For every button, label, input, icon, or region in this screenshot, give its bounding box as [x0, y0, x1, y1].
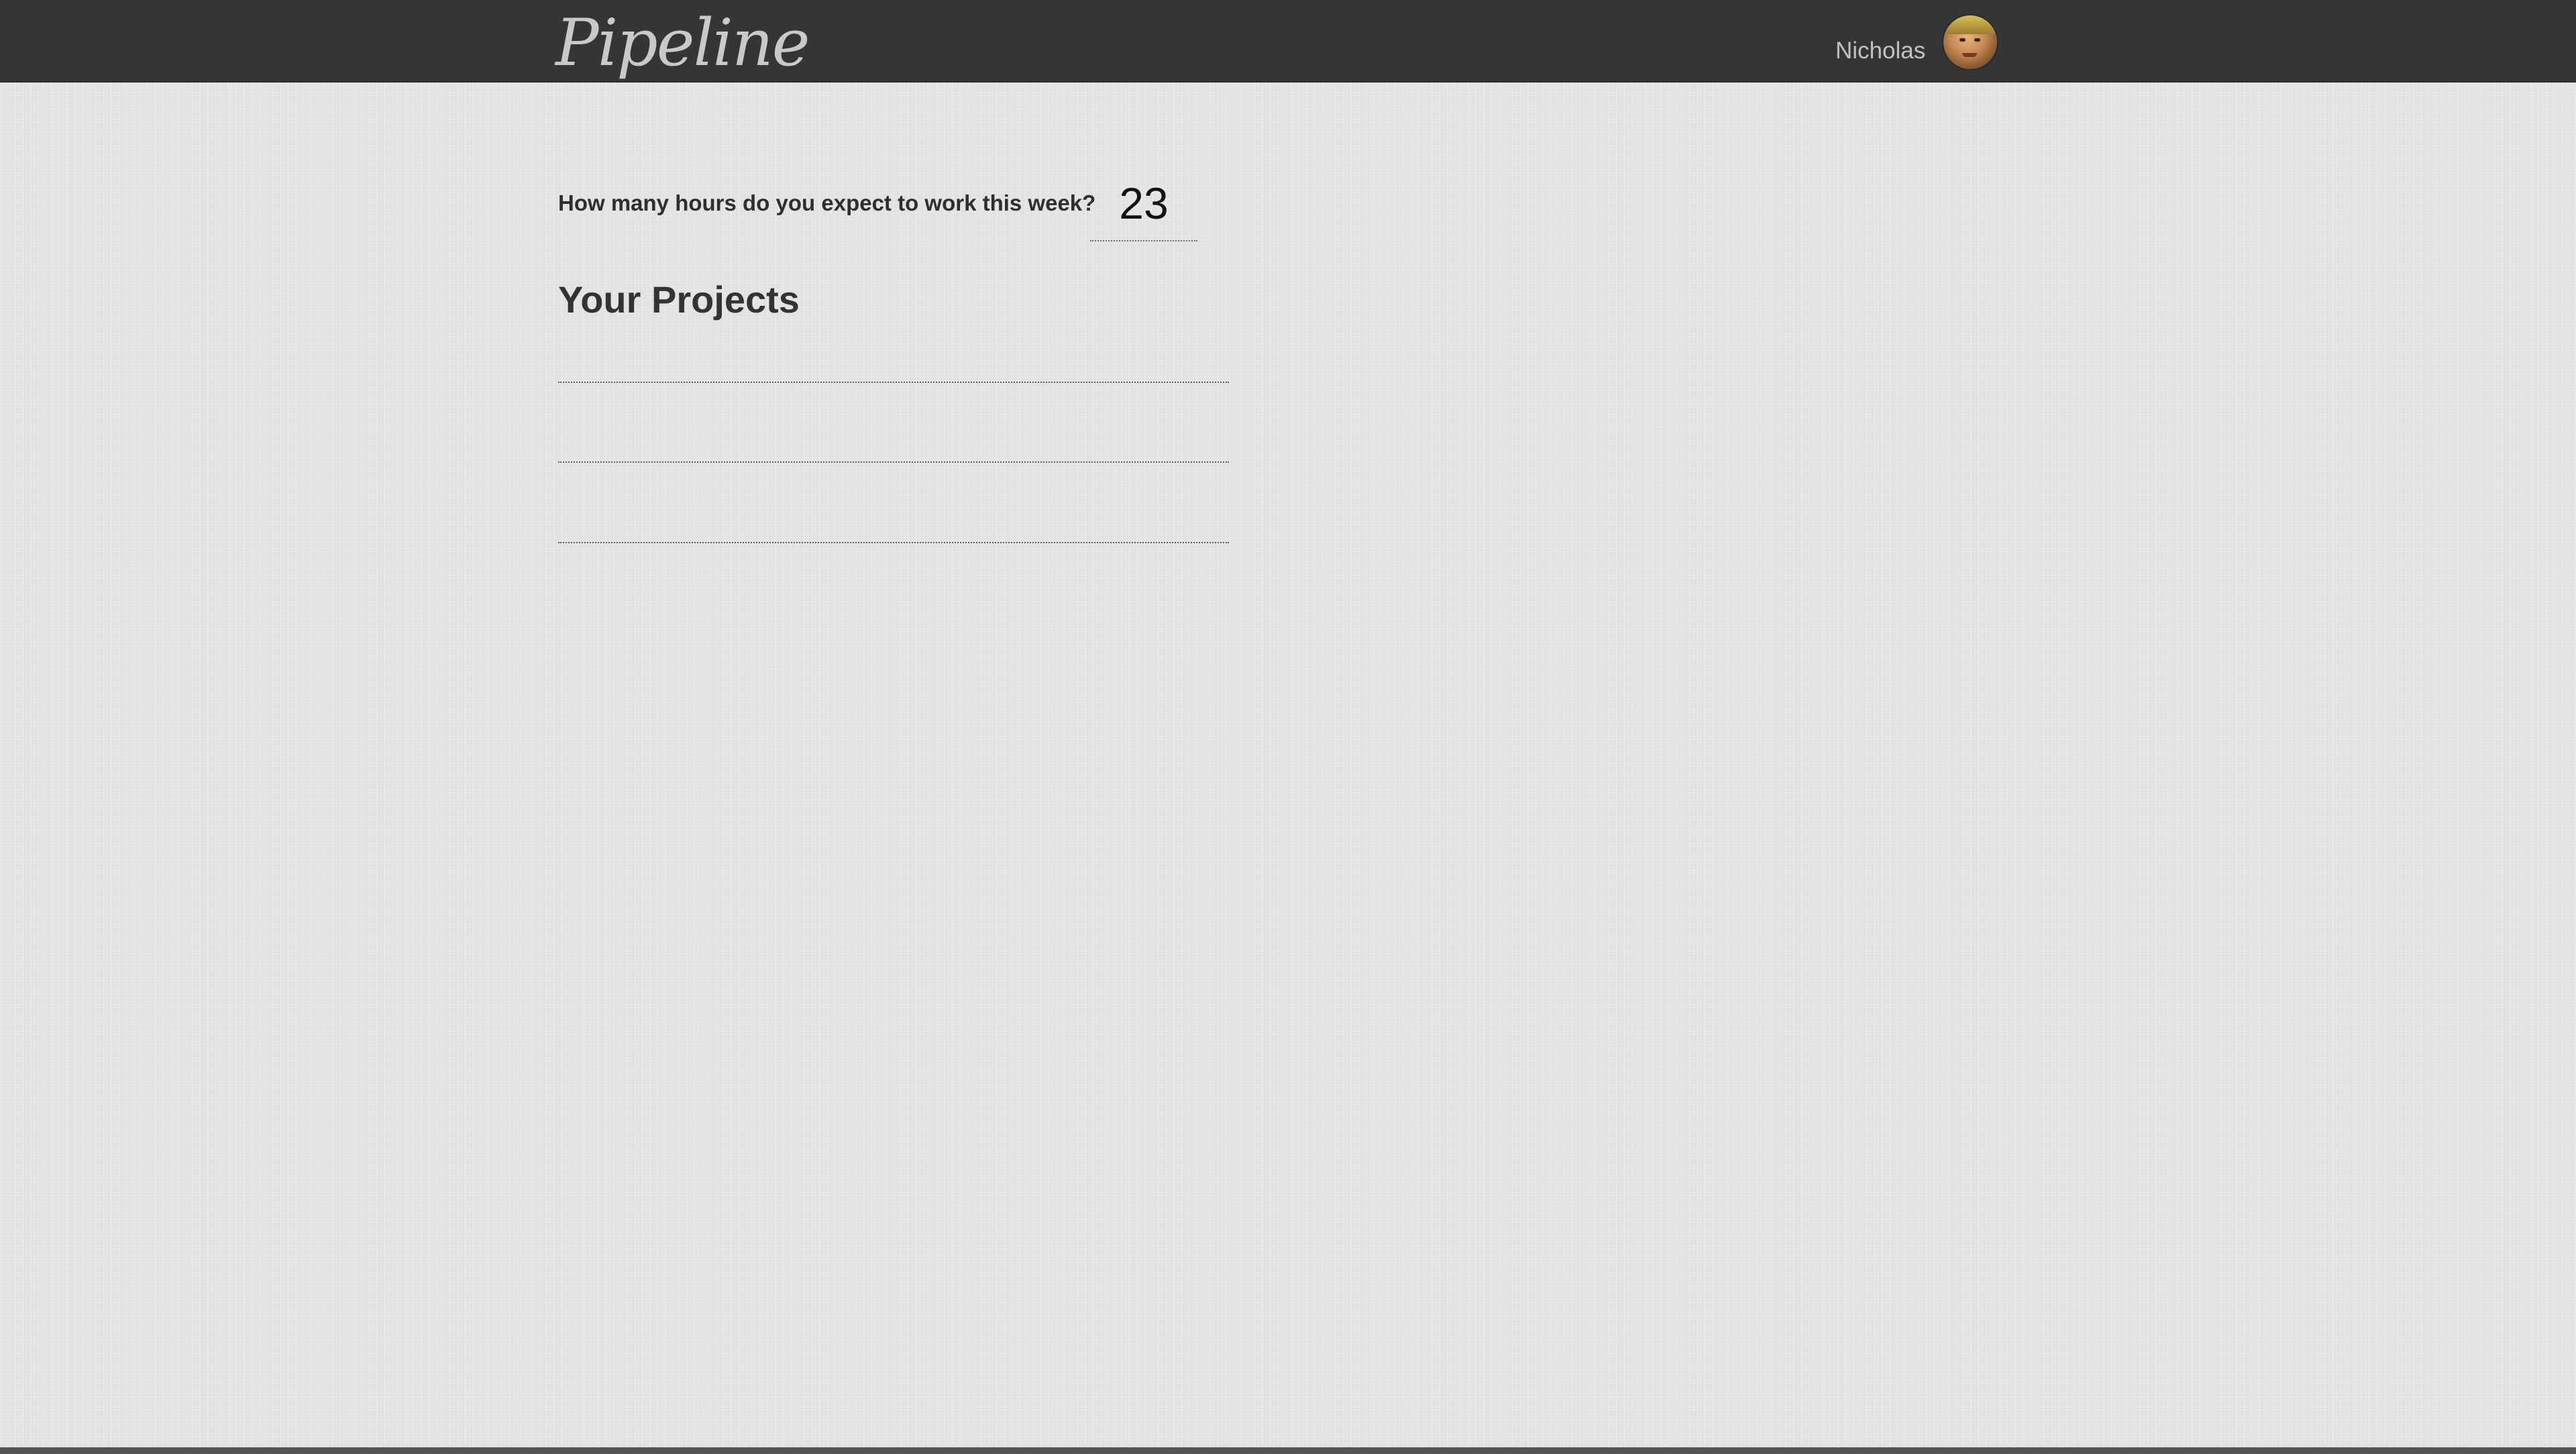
user-name[interactable]: Nicholas	[1835, 35, 1925, 67]
hours-input[interactable]	[1090, 166, 1197, 241]
hours-question-label: How many hours do you expect to work thi…	[558, 190, 1096, 215]
projects-heading: Your Projects	[558, 278, 800, 321]
avatar-eye-right	[1974, 38, 1980, 42]
avatar-eye-left	[1960, 38, 1966, 42]
user-avatar[interactable]	[1943, 15, 1997, 69]
project-row-3[interactable]	[558, 542, 1229, 543]
top-navigation-bar: Pipeline Nicholas	[0, 0, 2576, 82]
project-row-1[interactable]	[558, 382, 1229, 383]
app-logo[interactable]: Pipeline	[555, 3, 810, 83]
project-row-2[interactable]	[558, 461, 1229, 463]
bottom-edge-bar	[0, 1447, 2576, 1454]
avatar-hair	[1943, 15, 1997, 34]
avatar-mouth	[1962, 53, 1977, 57]
